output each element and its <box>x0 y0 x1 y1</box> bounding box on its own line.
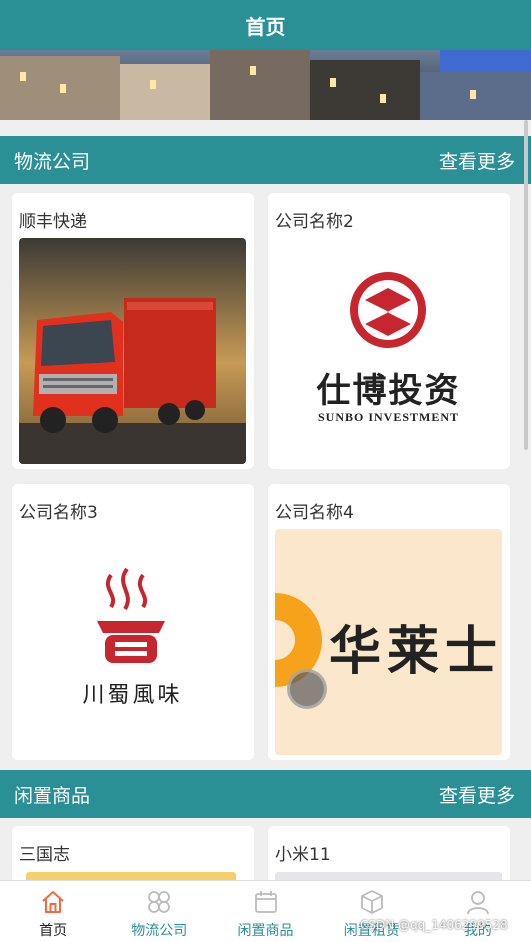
company-name: 公司名称2 <box>275 212 354 232</box>
nav-idle-rental[interactable]: 闲置租赁 <box>319 881 425 942</box>
box-icon <box>360 890 383 914</box>
user-icon <box>467 891 489 915</box>
nav-profile[interactable]: 我的 <box>425 881 531 942</box>
section-title: 物流公司 <box>14 150 91 173</box>
company-name: 公司名称4 <box>275 503 354 523</box>
company-image <box>19 238 246 464</box>
nav-label: 闲置商品 <box>237 923 294 939</box>
goods-name: 小米11 <box>275 845 331 865</box>
company-logo: 川蜀風味 <box>19 529 246 755</box>
see-more-link[interactable]: 查看更多 <box>439 147 515 174</box>
top-bar: 首页 <box>0 0 531 50</box>
watermark: CSDN @qq_1406299528 <box>360 918 508 932</box>
home-icon <box>42 891 64 913</box>
see-more-link[interactable]: 查看更多 <box>439 781 515 808</box>
company-card[interactable]: 公司名称3 川蜀風味 <box>12 484 254 760</box>
nav-label: 物流公司 <box>131 923 188 939</box>
goods-name: 三国志 <box>19 845 70 865</box>
calendar-icon <box>254 891 277 913</box>
company-name: 公司名称3 <box>19 503 98 523</box>
touch-indicator <box>287 669 327 709</box>
nav-logistics[interactable]: 物流公司 <box>106 881 212 942</box>
section-title: 闲置商品 <box>14 784 91 807</box>
company-logo: 仕博投资 SUNBO INVESTMENT <box>275 238 502 464</box>
company-name: 顺丰快递 <box>19 212 87 232</box>
nav-label: 首页 <box>39 923 68 939</box>
nav-home[interactable]: 首页 <box>0 881 106 942</box>
banner-image[interactable] <box>0 50 531 120</box>
page-title: 首页 <box>245 14 286 39</box>
company-logo: 华莱士 <box>275 529 502 755</box>
company-card[interactable]: 顺丰快递 <box>12 193 254 469</box>
company-card[interactable]: 公司名称2 仕博投资 SUNBO INVESTMENT <box>268 193 510 469</box>
idle-goods-section-header: 闲置商品 查看更多 <box>0 770 531 818</box>
nav-idle-goods[interactable]: 闲置商品 <box>212 881 318 942</box>
logo-text: 川蜀風味 <box>82 683 183 708</box>
scrollbar[interactable] <box>524 120 528 450</box>
bottom-nav: 首页 物流公司 闲置商品 闲置租赁 我的 <box>0 880 531 942</box>
logo-subtext: SUNBO INVESTMENT <box>317 410 460 424</box>
grid-icon <box>148 891 171 913</box>
logo-text: 仕博投资 <box>316 371 461 411</box>
logistics-section-header: 物流公司 查看更多 <box>0 136 531 184</box>
logo-text: 华莱士 <box>329 622 502 682</box>
company-card[interactable]: 公司名称4 华莱士 <box>268 484 510 760</box>
